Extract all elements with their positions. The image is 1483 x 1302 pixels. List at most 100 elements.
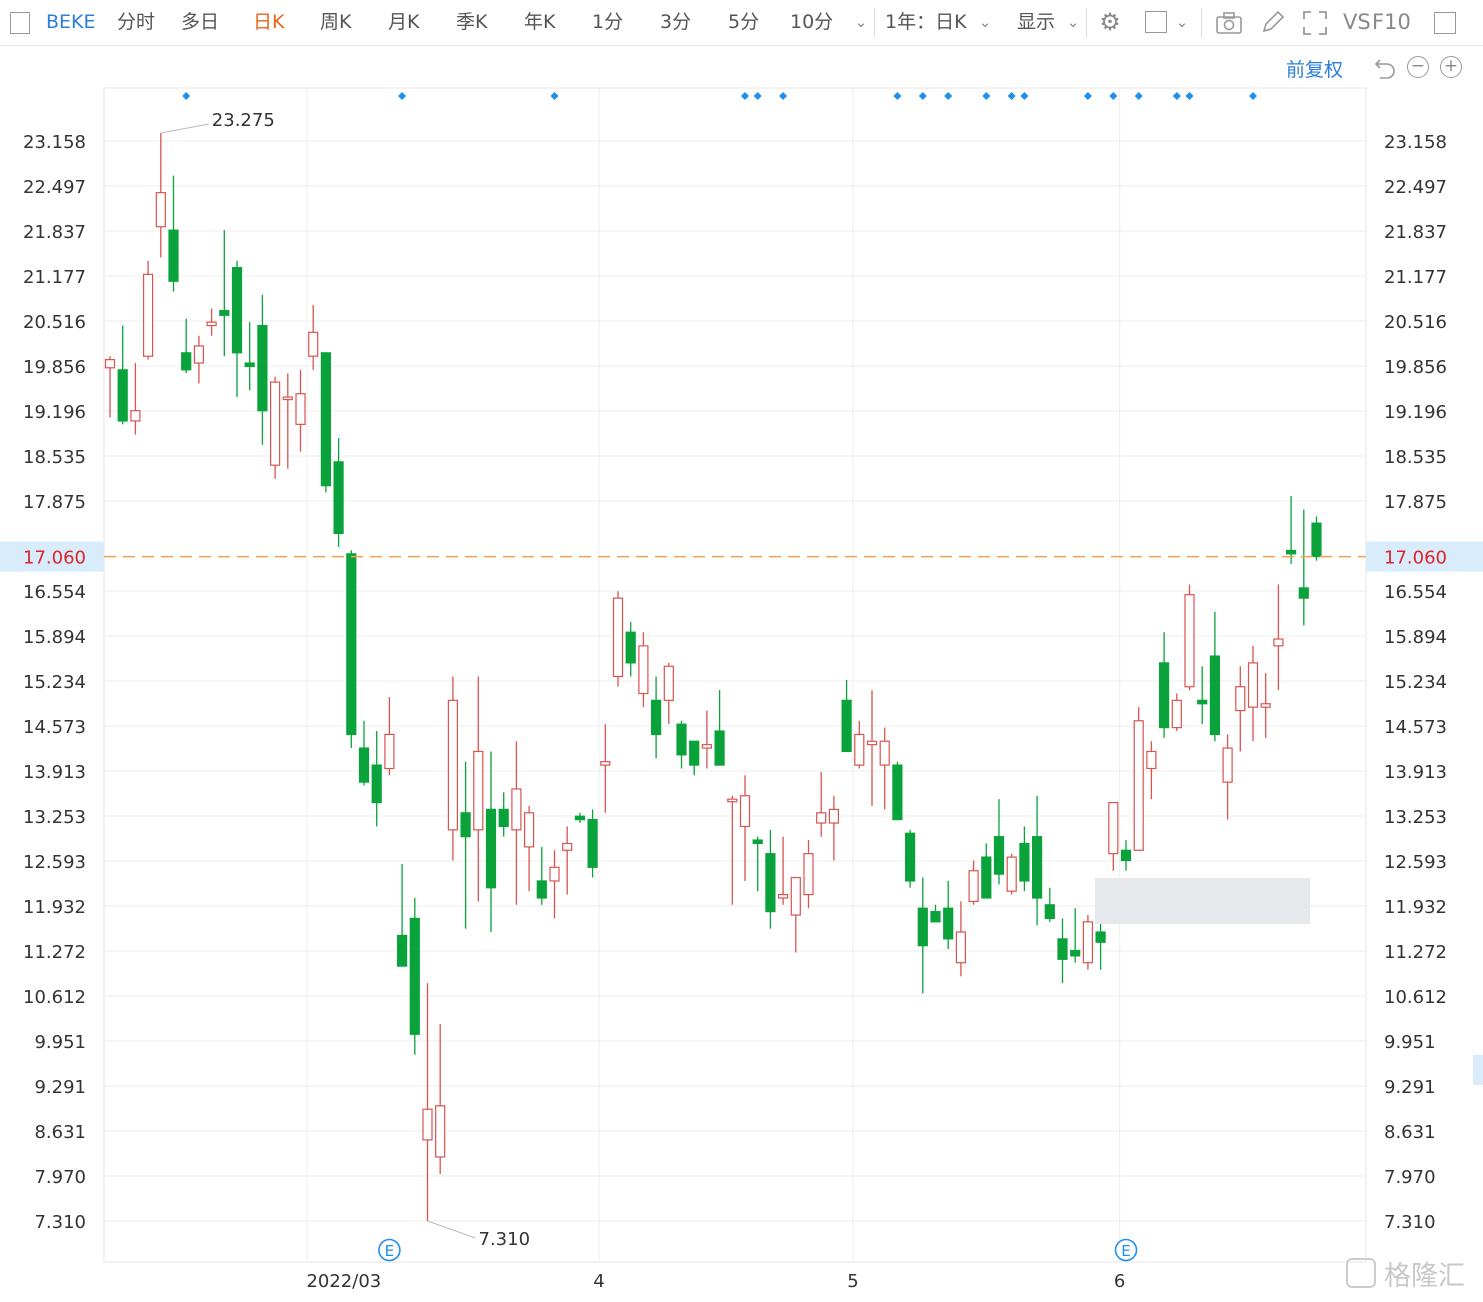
candle-body bbox=[358, 747, 370, 783]
candle-body bbox=[1247, 662, 1259, 708]
candle-body bbox=[765, 853, 776, 913]
candle-body bbox=[1070, 949, 1081, 957]
candle bbox=[460, 761, 471, 929]
candle-body bbox=[1095, 931, 1106, 943]
candle-body bbox=[968, 870, 979, 902]
candle-body bbox=[435, 1105, 446, 1158]
candle bbox=[1298, 509, 1309, 626]
y-tick-label-left: 12.593 bbox=[23, 852, 86, 873]
candle-body bbox=[1031, 836, 1043, 899]
scroll-indicator bbox=[1473, 1055, 1483, 1085]
candle-body bbox=[320, 352, 331, 487]
candle-body bbox=[282, 396, 293, 401]
y-tick-label-right: 21.837 bbox=[1384, 222, 1447, 243]
candle-body bbox=[714, 730, 725, 766]
candle-body bbox=[1044, 904, 1055, 920]
candle-body bbox=[460, 812, 471, 838]
candle-body bbox=[397, 934, 408, 967]
candle bbox=[282, 373, 293, 469]
candle-body bbox=[1108, 801, 1119, 855]
candle-body bbox=[638, 645, 649, 695]
y-tick-label-right: 21.177 bbox=[1384, 267, 1447, 288]
candle bbox=[384, 696, 395, 776]
candle-body bbox=[104, 359, 116, 369]
y-tick-label-left: 11.272 bbox=[23, 942, 86, 963]
y-tick-label-right: 17.875 bbox=[1384, 492, 1447, 513]
earnings-event-label: E bbox=[385, 1242, 394, 1260]
y-tick-label-left: 13.913 bbox=[23, 762, 86, 783]
y-tick-label-left: 21.837 bbox=[23, 222, 86, 243]
candle bbox=[904, 829, 916, 888]
candle bbox=[917, 877, 928, 994]
candle-body bbox=[193, 345, 204, 364]
candle-body bbox=[219, 309, 230, 316]
candle-body bbox=[854, 733, 865, 766]
candle bbox=[1171, 693, 1182, 732]
candle bbox=[473, 676, 484, 902]
chart-overlay: 17.060 17.060 23.275 7.310 E E 格隆汇 bbox=[0, 110, 1483, 1292]
candle bbox=[219, 230, 230, 357]
candle bbox=[968, 860, 979, 905]
candle-body bbox=[993, 836, 1005, 875]
candle-body bbox=[155, 192, 166, 228]
candle-body bbox=[130, 410, 141, 422]
candle bbox=[206, 308, 217, 336]
candle bbox=[498, 792, 509, 837]
candle bbox=[1070, 908, 1081, 963]
y-tick-label-left: 13.253 bbox=[23, 807, 86, 828]
y-tick-label-left: 9.291 bbox=[34, 1077, 86, 1098]
y-tick-label-left: 7.310 bbox=[34, 1212, 86, 1233]
candle bbox=[358, 720, 370, 786]
candle-body bbox=[625, 631, 636, 664]
candle bbox=[1235, 666, 1246, 752]
candle-body bbox=[270, 381, 281, 466]
candle bbox=[257, 294, 268, 445]
candle bbox=[1082, 915, 1094, 970]
candle bbox=[295, 369, 306, 452]
candle bbox=[1222, 734, 1233, 820]
candle bbox=[752, 836, 763, 892]
candle bbox=[1184, 584, 1195, 691]
candle-body bbox=[917, 907, 928, 947]
candle-body bbox=[981, 856, 992, 899]
candle bbox=[1146, 741, 1157, 800]
candle-body bbox=[930, 911, 941, 923]
candle-body bbox=[1197, 699, 1208, 705]
candle bbox=[409, 897, 420, 1055]
y-tick-label-left: 19.856 bbox=[23, 357, 86, 378]
y-tick-label-left: 10.612 bbox=[23, 987, 86, 1008]
candle bbox=[1006, 853, 1017, 895]
candle-body bbox=[231, 267, 243, 354]
candle-body bbox=[701, 744, 713, 749]
candle bbox=[943, 880, 954, 950]
y-tick-label-left: 23.158 bbox=[23, 132, 86, 153]
dividend-marker bbox=[1083, 92, 1092, 100]
candle bbox=[650, 676, 662, 759]
candle bbox=[612, 591, 624, 687]
y-tick-label-right: 19.196 bbox=[1384, 402, 1447, 423]
candle bbox=[371, 731, 382, 827]
y-tick-label-left: 8.631 bbox=[34, 1122, 86, 1143]
y-tick-label-right: 7.970 bbox=[1384, 1167, 1436, 1188]
current-price-label-right: 17.060 bbox=[1384, 548, 1447, 569]
y-tick-label-right: 20.516 bbox=[1384, 312, 1447, 333]
dividend-marker bbox=[1109, 92, 1118, 100]
candle-body bbox=[168, 229, 179, 282]
y-tick-label-left: 22.497 bbox=[23, 177, 86, 198]
dividend-marker bbox=[182, 92, 191, 100]
candle-body bbox=[612, 597, 624, 678]
candle-body bbox=[1222, 747, 1233, 783]
candle bbox=[955, 901, 967, 977]
candle bbox=[143, 260, 154, 360]
candle-body bbox=[587, 819, 598, 868]
y-tick-label-left: 15.894 bbox=[23, 627, 86, 648]
candle bbox=[244, 322, 255, 391]
y-tick-label-right: 19.856 bbox=[1384, 357, 1447, 378]
candle bbox=[422, 983, 433, 1221]
candle bbox=[1197, 666, 1208, 725]
y-tick-label-left: 15.234 bbox=[23, 672, 86, 693]
candle-body bbox=[473, 750, 484, 831]
y-tick-label-right: 8.631 bbox=[1384, 1122, 1436, 1143]
y-tick-label-right: 11.932 bbox=[1384, 897, 1447, 918]
candle-body bbox=[206, 321, 217, 327]
